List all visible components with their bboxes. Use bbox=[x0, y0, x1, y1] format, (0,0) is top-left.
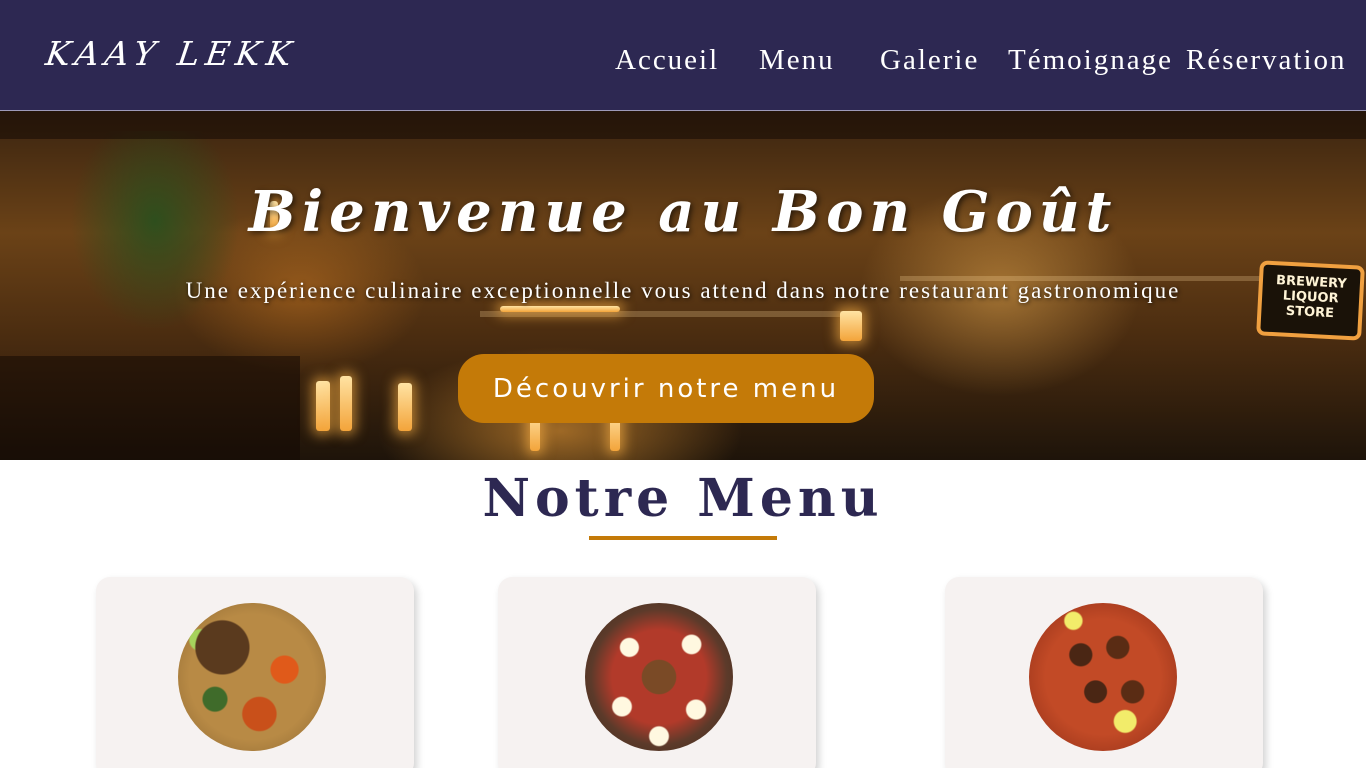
nav-link-menu[interactable]: Menu bbox=[759, 44, 835, 77]
nav-link-galerie[interactable]: Galerie bbox=[880, 44, 979, 77]
light-glow bbox=[340, 376, 352, 431]
navbar: KAAY LEKK Accueil Menu Galerie Témoignag… bbox=[0, 0, 1366, 111]
light-glow bbox=[840, 311, 862, 341]
site-logo[interactable]: KAAY LEKK bbox=[43, 34, 300, 73]
nav-link-temoignage[interactable]: Témoignage bbox=[1008, 44, 1173, 77]
light-glow bbox=[316, 381, 330, 431]
hero-title: Bienvenue au Bon Goût bbox=[248, 179, 1118, 245]
menu-card[interactable] bbox=[945, 577, 1263, 768]
section-title: Notre Menu bbox=[482, 468, 884, 529]
title-underline bbox=[589, 536, 777, 540]
dish-image bbox=[1029, 603, 1177, 751]
hero-subtitle: Une expérience culinaire exceptionnelle … bbox=[185, 278, 1181, 303]
dish-image bbox=[585, 603, 733, 751]
menu-card[interactable] bbox=[498, 577, 816, 768]
light-glow bbox=[398, 383, 412, 431]
nav-link-accueil[interactable]: Accueil bbox=[615, 44, 719, 77]
railing-shadow bbox=[0, 356, 300, 460]
ceiling-beam bbox=[0, 111, 1366, 139]
dish-image bbox=[178, 603, 326, 751]
nav-link-reservation[interactable]: Réservation bbox=[1186, 44, 1347, 77]
discover-menu-button[interactable]: Découvrir notre menu bbox=[458, 354, 874, 423]
menu-card[interactable] bbox=[96, 577, 414, 768]
light-glow bbox=[500, 306, 620, 312]
hero-banner: BREWERY LIQUOR STORE Bienvenue au Bon Go… bbox=[0, 111, 1366, 460]
